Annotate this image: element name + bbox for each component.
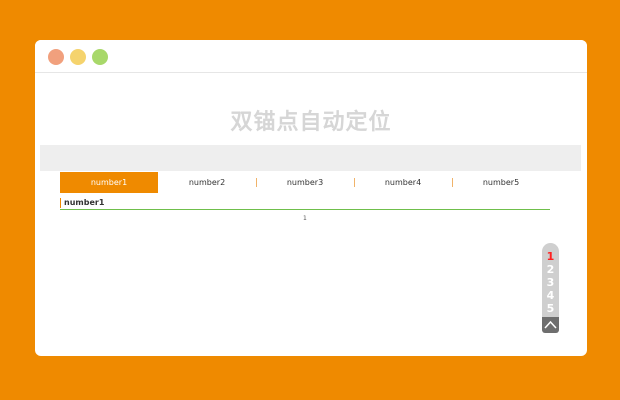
anchor-item-4[interactable]: 4 xyxy=(542,289,559,302)
section-marker: 1 xyxy=(303,215,307,222)
section-divider xyxy=(60,209,550,210)
tab-bar: number1 number2 number3 number4 number5 xyxy=(60,172,550,193)
page-title: 双锚点自动定位 xyxy=(230,110,392,135)
tab-number4[interactable]: number4 xyxy=(354,172,452,193)
chevron-up-icon xyxy=(544,320,557,329)
anchor-item-1[interactable]: 1 xyxy=(542,250,559,263)
maximize-dot[interactable] xyxy=(92,49,108,65)
back-to-top-button[interactable] xyxy=(542,317,559,333)
title-bar xyxy=(35,40,587,73)
section-heading: number1 xyxy=(60,198,104,208)
tab-number1[interactable]: number1 xyxy=(60,172,158,193)
minimize-dot[interactable] xyxy=(70,49,86,65)
anchor-item-3[interactable]: 3 xyxy=(542,276,559,289)
anchor-item-5[interactable]: 5 xyxy=(542,302,559,315)
browser-window: 双锚点自动定位 number1 number2 number3 number4 … xyxy=(35,40,587,356)
anchor-item-2[interactable]: 2 xyxy=(542,263,559,276)
anchor-nav: 1 2 3 4 5 xyxy=(542,243,559,319)
tab-number3[interactable]: number3 xyxy=(256,172,354,193)
tab-number5[interactable]: number5 xyxy=(452,172,550,193)
header-band xyxy=(40,145,581,171)
close-dot[interactable] xyxy=(48,49,64,65)
tab-number2[interactable]: number2 xyxy=(158,172,256,193)
